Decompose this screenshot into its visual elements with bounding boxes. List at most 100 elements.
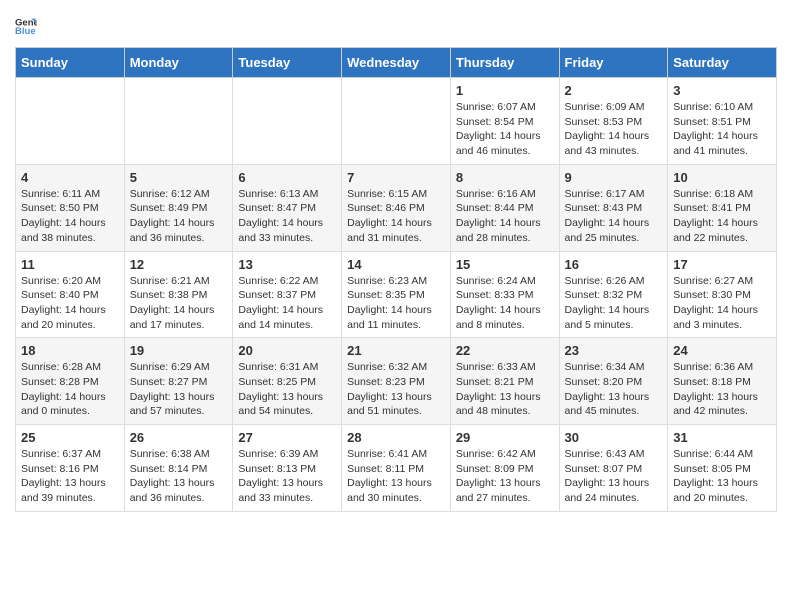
day-info: Sunrise: 6:34 AM Sunset: 8:20 PM Dayligh… <box>565 360 663 419</box>
day-info: Sunrise: 6:32 AM Sunset: 8:23 PM Dayligh… <box>347 360 445 419</box>
day-number: 17 <box>673 257 771 272</box>
day-number: 31 <box>673 430 771 445</box>
calendar-cell: 26Sunrise: 6:38 AM Sunset: 8:14 PM Dayli… <box>124 425 233 512</box>
day-info: Sunrise: 6:31 AM Sunset: 8:25 PM Dayligh… <box>238 360 336 419</box>
day-info: Sunrise: 6:11 AM Sunset: 8:50 PM Dayligh… <box>21 187 119 246</box>
day-info: Sunrise: 6:17 AM Sunset: 8:43 PM Dayligh… <box>565 187 663 246</box>
calendar-cell: 19 Sunrise: 6:29 AM Sunset: 8:27 PM Dayli… <box>124 338 233 425</box>
day-number: 15 <box>456 257 554 272</box>
day-number: 11 <box>21 257 119 272</box>
day-number: 7 <box>347 170 445 185</box>
calendar-cell: 5 Sunrise: 6:12 AM Sunset: 8:49 PM Daylig… <box>124 164 233 251</box>
calendar-cell: 27Sunrise: 6:39 AM Sunset: 8:13 PM Dayli… <box>233 425 342 512</box>
col-header-sunday: Sunday <box>16 48 125 78</box>
day-info: Sunrise: 6:22 AM Sunset: 8:37 PM Dayligh… <box>238 274 336 333</box>
calendar-cell: 24Sunrise: 6:36 AM Sunset: 8:18 PM Dayli… <box>668 338 777 425</box>
day-info: Sunrise: 6:41 AM Sunset: 8:11 PM Dayligh… <box>347 447 445 506</box>
calendar-cell <box>124 78 233 165</box>
calendar-cell: 22 Sunrise: 6:33 AM Sunset: 8:21 PM Dayli… <box>450 338 559 425</box>
day-info: Sunrise: 6:43 AM Sunset: 8:07 PM Dayligh… <box>565 447 663 506</box>
day-number: 18 <box>21 343 119 358</box>
calendar-week-1: 1Sunrise: 6:07 AM Sunset: 8:54 PM Daylig… <box>16 78 777 165</box>
calendar-cell <box>342 78 451 165</box>
day-info: Sunrise: 6:37 AM Sunset: 8:16 PM Dayligh… <box>21 447 119 506</box>
calendar-cell: 9 Sunrise: 6:17 AM Sunset: 8:43 PM Daylig… <box>559 164 668 251</box>
day-number: 29 <box>456 430 554 445</box>
calendar-cell: 20 Sunrise: 6:31 AM Sunset: 8:25 PM Dayli… <box>233 338 342 425</box>
day-number: 14 <box>347 257 445 272</box>
calendar-cell: 21 Sunrise: 6:32 AM Sunset: 8:23 PM Dayli… <box>342 338 451 425</box>
day-info: Sunrise: 6:09 AM Sunset: 8:53 PM Dayligh… <box>565 100 663 159</box>
day-number: 5 <box>130 170 228 185</box>
day-info: Sunrise: 6:24 AM Sunset: 8:33 PM Dayligh… <box>456 274 554 333</box>
calendar-cell <box>16 78 125 165</box>
day-info: Sunrise: 6:28 AM Sunset: 8:28 PM Dayligh… <box>21 360 119 419</box>
day-number: 12 <box>130 257 228 272</box>
day-number: 16 <box>565 257 663 272</box>
calendar-cell: 16Sunrise: 6:26 AM Sunset: 8:32 PM Dayli… <box>559 251 668 338</box>
day-number: 27 <box>238 430 336 445</box>
day-number: 4 <box>21 170 119 185</box>
calendar-cell: 17 Sunrise: 6:27 AM Sunset: 8:30 PM Dayli… <box>668 251 777 338</box>
day-number: 13 <box>238 257 336 272</box>
day-number: 6 <box>238 170 336 185</box>
svg-text:Blue: Blue <box>15 26 36 37</box>
day-info: Sunrise: 6:20 AM Sunset: 8:40 PM Dayligh… <box>21 274 119 333</box>
col-header-saturday: Saturday <box>668 48 777 78</box>
day-number: 8 <box>456 170 554 185</box>
calendar-cell: 2 Sunrise: 6:09 AM Sunset: 8:53 PM Daylig… <box>559 78 668 165</box>
day-info: Sunrise: 6:15 AM Sunset: 8:46 PM Dayligh… <box>347 187 445 246</box>
calendar-cell: 25 Sunrise: 6:37 AM Sunset: 8:16 PM Dayli… <box>16 425 125 512</box>
calendar-cell: 7 Sunrise: 6:15 AM Sunset: 8:46 PM Daylig… <box>342 164 451 251</box>
day-info: Sunrise: 6:07 AM Sunset: 8:54 PM Dayligh… <box>456 100 554 159</box>
calendar-cell: 14 Sunrise: 6:23 AM Sunset: 8:35 PM Dayli… <box>342 251 451 338</box>
day-info: Sunrise: 6:23 AM Sunset: 8:35 PM Dayligh… <box>347 274 445 333</box>
day-info: Sunrise: 6:18 AM Sunset: 8:41 PM Dayligh… <box>673 187 771 246</box>
calendar-cell: 15 Sunrise: 6:24 AM Sunset: 8:33 PM Dayli… <box>450 251 559 338</box>
day-info: Sunrise: 6:44 AM Sunset: 8:05 PM Dayligh… <box>673 447 771 506</box>
logo-icon: General Blue <box>15 15 37 37</box>
page-header: General Blue <box>15 15 777 37</box>
calendar-week-3: 11 Sunrise: 6:20 AM Sunset: 8:40 PM Dayli… <box>16 251 777 338</box>
day-number: 22 <box>456 343 554 358</box>
calendar-table: SundayMondayTuesdayWednesdayThursdayFrid… <box>15 47 777 512</box>
day-number: 26 <box>130 430 228 445</box>
day-info: Sunrise: 6:16 AM Sunset: 8:44 PM Dayligh… <box>456 187 554 246</box>
calendar-header-row: SundayMondayTuesdayWednesdayThursdayFrid… <box>16 48 777 78</box>
calendar-week-4: 18 Sunrise: 6:28 AM Sunset: 8:28 PM Dayli… <box>16 338 777 425</box>
day-number: 19 <box>130 343 228 358</box>
day-info: Sunrise: 6:27 AM Sunset: 8:30 PM Dayligh… <box>673 274 771 333</box>
day-number: 2 <box>565 83 663 98</box>
calendar-cell: 3Sunrise: 6:10 AM Sunset: 8:51 PM Daylig… <box>668 78 777 165</box>
calendar-cell: 29Sunrise: 6:42 AM Sunset: 8:09 PM Dayli… <box>450 425 559 512</box>
col-header-tuesday: Tuesday <box>233 48 342 78</box>
day-info: Sunrise: 6:12 AM Sunset: 8:49 PM Dayligh… <box>130 187 228 246</box>
day-info: Sunrise: 6:13 AM Sunset: 8:47 PM Dayligh… <box>238 187 336 246</box>
day-number: 23 <box>565 343 663 358</box>
day-info: Sunrise: 6:10 AM Sunset: 8:51 PM Dayligh… <box>673 100 771 159</box>
calendar-body: 1Sunrise: 6:07 AM Sunset: 8:54 PM Daylig… <box>16 78 777 512</box>
calendar-cell: 12Sunrise: 6:21 AM Sunset: 8:38 PM Dayli… <box>124 251 233 338</box>
calendar-week-5: 25 Sunrise: 6:37 AM Sunset: 8:16 PM Dayli… <box>16 425 777 512</box>
day-number: 20 <box>238 343 336 358</box>
col-header-thursday: Thursday <box>450 48 559 78</box>
calendar-cell: 28 Sunrise: 6:41 AM Sunset: 8:11 PM Dayli… <box>342 425 451 512</box>
day-number: 24 <box>673 343 771 358</box>
day-number: 30 <box>565 430 663 445</box>
calendar-cell: 10 Sunrise: 6:18 AM Sunset: 8:41 PM Dayli… <box>668 164 777 251</box>
logo: General Blue <box>15 15 39 37</box>
day-info: Sunrise: 6:33 AM Sunset: 8:21 PM Dayligh… <box>456 360 554 419</box>
calendar-cell: 4 Sunrise: 6:11 AM Sunset: 8:50 PM Daylig… <box>16 164 125 251</box>
calendar-cell: 11 Sunrise: 6:20 AM Sunset: 8:40 PM Dayli… <box>16 251 125 338</box>
day-number: 28 <box>347 430 445 445</box>
day-number: 21 <box>347 343 445 358</box>
calendar-week-2: 4 Sunrise: 6:11 AM Sunset: 8:50 PM Daylig… <box>16 164 777 251</box>
calendar-cell: 23 Sunrise: 6:34 AM Sunset: 8:20 PM Dayli… <box>559 338 668 425</box>
day-number: 9 <box>565 170 663 185</box>
day-number: 25 <box>21 430 119 445</box>
calendar-cell: 6 Sunrise: 6:13 AM Sunset: 8:47 PM Daylig… <box>233 164 342 251</box>
calendar-cell: 31 Sunrise: 6:44 AM Sunset: 8:05 PM Dayli… <box>668 425 777 512</box>
day-info: Sunrise: 6:29 AM Sunset: 8:27 PM Dayligh… <box>130 360 228 419</box>
col-header-wednesday: Wednesday <box>342 48 451 78</box>
day-number: 10 <box>673 170 771 185</box>
